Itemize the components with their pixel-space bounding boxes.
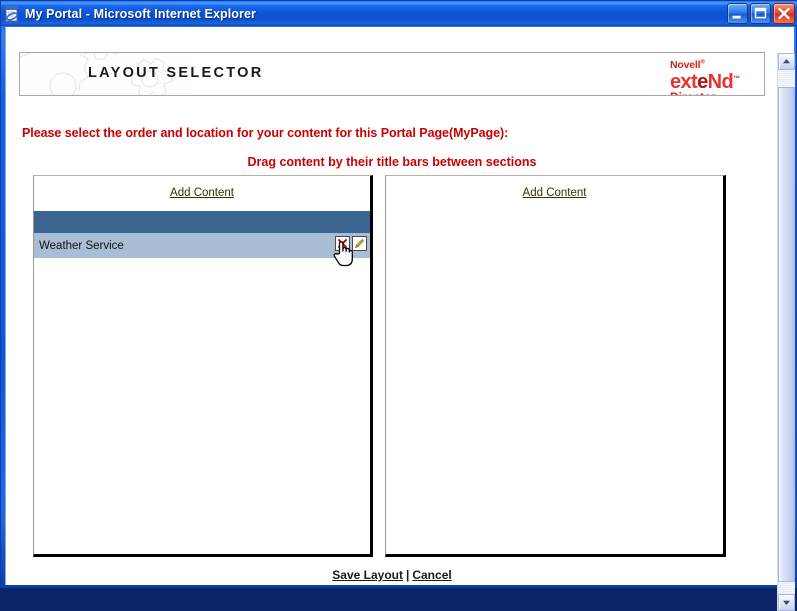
vertical-scrollbar[interactable] xyxy=(777,53,795,611)
title-bar: My Portal - Microsoft Internet Explorer xyxy=(1,1,797,26)
minimize-button[interactable] xyxy=(727,3,748,24)
portlet-actions xyxy=(335,236,367,251)
cancel-link[interactable]: Cancel xyxy=(412,568,451,582)
save-layout-link[interactable]: Save Layout xyxy=(332,568,403,582)
client-area: LAYOUT SELECTOR Novell® exteNd™ Director… xyxy=(5,27,795,611)
scrollbar-thumb[interactable] xyxy=(778,87,795,582)
layout-section-right[interactable]: Add Content xyxy=(385,175,726,557)
logo-subtitle: Director xyxy=(670,91,756,95)
footer-separator: | xyxy=(405,568,410,582)
window-title: My Portal - Microsoft Internet Explorer xyxy=(25,6,257,21)
instruction-primary: Please select the order and location for… xyxy=(22,126,509,140)
delete-icon[interactable] xyxy=(335,236,350,251)
logo-brand: Novell® xyxy=(670,59,705,71)
portlet-title-label: Weather Service xyxy=(39,239,124,252)
page-title: LAYOUT SELECTOR xyxy=(88,65,264,81)
novell-extend-director-logo: Novell® exteNd™ Director xyxy=(670,56,756,96)
browser-window: My Portal - Microsoft Internet Explorer xyxy=(0,0,797,611)
scroll-up-icon[interactable] xyxy=(778,53,795,70)
add-content-link-left[interactable]: Add Content xyxy=(170,187,234,199)
footer-actions: Save Layout | Cancel xyxy=(19,568,765,582)
window-controls xyxy=(727,3,795,24)
add-content-wrap-right: Add Content xyxy=(386,176,723,201)
add-content-link-right[interactable]: Add Content xyxy=(523,187,587,199)
portlet-header-bar[interactable] xyxy=(34,211,370,233)
add-content-wrap-left: Add Content xyxy=(34,176,370,201)
scroll-down-icon[interactable] xyxy=(778,594,795,611)
portlet-weather-service[interactable]: Weather Service xyxy=(34,211,370,258)
portlet-title-bar[interactable]: Weather Service xyxy=(34,233,370,258)
maximize-button[interactable] xyxy=(750,3,771,24)
ie-document-icon xyxy=(4,6,20,22)
close-button[interactable] xyxy=(773,3,795,24)
instruction-secondary: Drag content by their title bars between… xyxy=(247,155,537,169)
logo-product: exteNd™ xyxy=(670,71,740,93)
page-banner: LAYOUT SELECTOR Novell® exteNd™ Director xyxy=(19,52,765,96)
scrollbar-track[interactable] xyxy=(778,70,795,594)
edit-pencil-icon[interactable] xyxy=(352,236,367,251)
layout-section-left[interactable]: Add Content Weather Service xyxy=(33,175,373,557)
page-content: LAYOUT SELECTOR Novell® exteNd™ Director… xyxy=(6,27,778,585)
